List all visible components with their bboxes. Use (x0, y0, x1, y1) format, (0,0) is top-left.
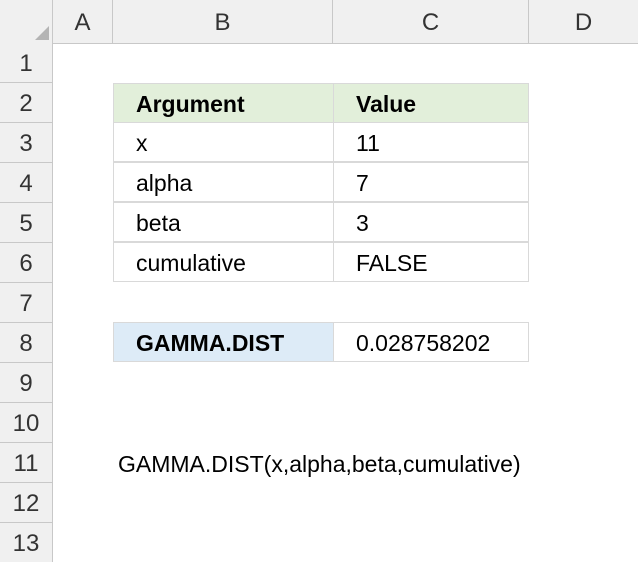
select-all-triangle-icon (35, 26, 49, 40)
row-header-bar: 1 2 3 4 5 6 7 8 9 10 11 12 13 (0, 43, 53, 562)
cell-c2-value-header[interactable]: Value (333, 83, 529, 123)
cell-b6[interactable]: cumulative (113, 242, 334, 282)
column-header-d[interactable]: D (529, 0, 638, 43)
row-header-11[interactable]: 11 (0, 443, 52, 483)
row-header-10[interactable]: 10 (0, 403, 52, 443)
cell-c8-result-value[interactable]: 0.028758202 (333, 322, 529, 362)
row-header-4[interactable]: 4 (0, 163, 52, 203)
cell-c3[interactable]: 11 (333, 122, 529, 162)
row-header-5[interactable]: 5 (0, 203, 52, 243)
row-header-12[interactable]: 12 (0, 483, 52, 523)
row-header-13[interactable]: 13 (0, 523, 52, 563)
cell-b4[interactable]: alpha (113, 162, 334, 202)
row-header-7[interactable]: 7 (0, 283, 52, 323)
cell-b5[interactable]: beta (113, 202, 334, 242)
row-header-9[interactable]: 9 (0, 363, 52, 403)
cell-b8-result-label[interactable]: GAMMA.DIST (113, 322, 334, 362)
column-header-b[interactable]: B (113, 0, 333, 43)
column-header-bar: A B C D (0, 0, 638, 44)
column-header-a[interactable]: A (53, 0, 113, 43)
spreadsheet: A B C D 1 2 3 4 5 6 7 8 9 10 11 12 13 Ar… (0, 0, 638, 562)
row-header-1[interactable]: 1 (0, 43, 52, 83)
cell-b11-syntax-text[interactable]: GAMMA.DIST(x,alpha,beta,cumulative) (118, 443, 521, 483)
row-header-2[interactable]: 2 (0, 83, 52, 123)
cell-c4[interactable]: 7 (333, 162, 529, 202)
cell-c6[interactable]: FALSE (333, 242, 529, 282)
select-all-button[interactable] (0, 0, 53, 43)
row-header-6[interactable]: 6 (0, 243, 52, 283)
column-header-c[interactable]: C (333, 0, 529, 43)
cell-b3[interactable]: x (113, 122, 334, 162)
cell-c5[interactable]: 3 (333, 202, 529, 242)
cell-b2-argument-header[interactable]: Argument (113, 83, 334, 123)
row-header-8[interactable]: 8 (0, 323, 52, 363)
row-header-3[interactable]: 3 (0, 123, 52, 163)
